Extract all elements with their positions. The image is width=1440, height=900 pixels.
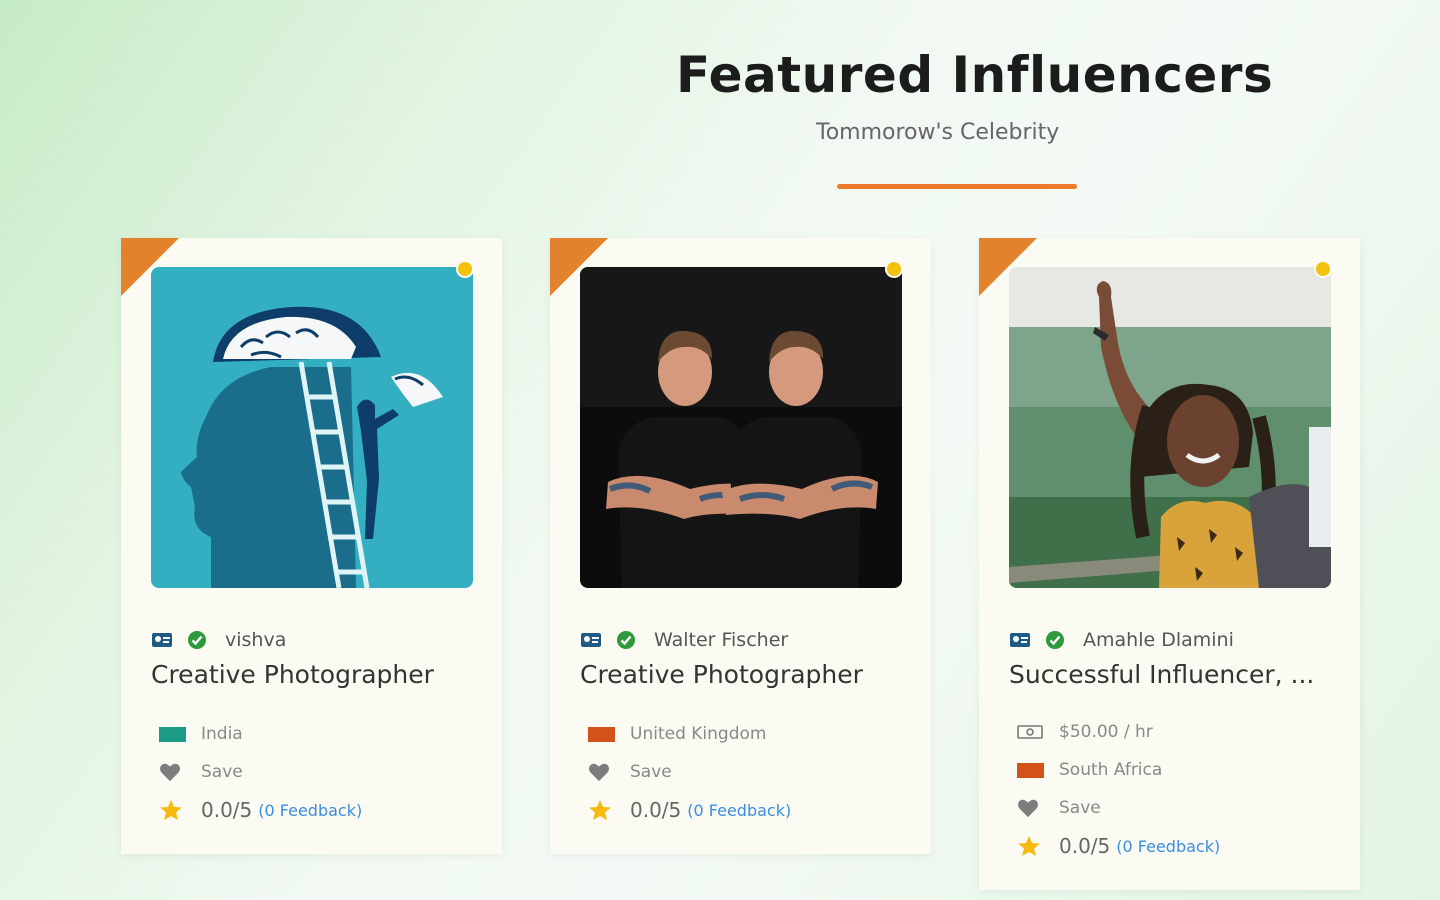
heart-icon[interactable] xyxy=(588,762,610,782)
card-corner-ribbon xyxy=(979,238,1037,296)
feedback-link[interactable]: (0 Feedback) xyxy=(258,801,362,820)
save-row[interactable]: Save xyxy=(1017,798,1101,818)
heart-icon[interactable] xyxy=(1017,798,1039,818)
id-card-icon xyxy=(581,633,601,647)
country-label: India xyxy=(201,724,243,744)
influencer-role[interactable]: Creative Photographer xyxy=(151,660,481,689)
rating-row: 0.0/5 (0 Feedback) xyxy=(159,798,362,822)
influencer-card[interactable]: Walter Fischer Creative Photographer Uni… xyxy=(550,238,931,854)
country-row: United Kingdom xyxy=(588,724,766,744)
save-label[interactable]: Save xyxy=(1059,798,1101,818)
profile-photo[interactable] xyxy=(1009,267,1331,588)
section-subtitle: Tommorow's Celebrity xyxy=(816,120,1060,145)
influencer-card[interactable]: vishva Creative Photographer India Save … xyxy=(121,238,502,854)
country-flag-icon xyxy=(159,726,186,742)
influencer-name[interactable]: vishva xyxy=(225,629,286,651)
save-label[interactable]: Save xyxy=(201,762,243,782)
feedback-link[interactable]: (0 Feedback) xyxy=(687,801,791,820)
influencer-name[interactable]: Amahle Dlamini xyxy=(1083,629,1234,651)
card-corner-ribbon xyxy=(121,238,179,296)
online-status-dot xyxy=(885,260,903,278)
money-icon xyxy=(1017,725,1043,739)
card-corner-ribbon xyxy=(550,238,608,296)
card-meta: Amahle Dlamini xyxy=(1009,629,1234,651)
card-meta: Walter Fischer xyxy=(580,629,788,651)
country-label: United Kingdom xyxy=(630,724,767,744)
rate-label: $50.00 / hr xyxy=(1059,722,1153,742)
save-row[interactable]: Save xyxy=(159,762,243,782)
verified-check-icon xyxy=(1046,631,1064,649)
online-status-dot xyxy=(1314,260,1332,278)
verified-check-icon xyxy=(188,631,206,649)
country-flag-icon xyxy=(588,726,615,742)
country-row: India xyxy=(159,724,243,744)
profile-photo[interactable] xyxy=(580,267,902,588)
online-status-dot xyxy=(456,260,474,278)
rating-value: 0.0/5 xyxy=(630,798,682,822)
country-label: South Africa xyxy=(1059,760,1163,780)
influencer-name[interactable]: Walter Fischer xyxy=(654,629,788,651)
country-row: South Africa xyxy=(1017,760,1162,780)
id-card-icon xyxy=(152,633,172,647)
influencer-role[interactable]: Successful Influencer, ... xyxy=(1009,660,1339,689)
card-meta: vishva xyxy=(151,629,286,651)
star-icon xyxy=(1018,836,1040,856)
verified-check-icon xyxy=(617,631,635,649)
profile-photo[interactable] xyxy=(151,267,473,588)
influencer-role[interactable]: Creative Photographer xyxy=(580,660,910,689)
rating-row: 0.0/5 (0 Feedback) xyxy=(1017,834,1220,858)
save-label[interactable]: Save xyxy=(630,762,672,782)
save-row[interactable]: Save xyxy=(588,762,672,782)
heart-icon[interactable] xyxy=(159,762,181,782)
id-card-icon xyxy=(1010,633,1030,647)
feedback-link[interactable]: (0 Feedback) xyxy=(1116,837,1220,856)
star-icon xyxy=(160,800,182,820)
country-flag-icon xyxy=(1017,762,1044,778)
influencer-card[interactable]: Amahle Dlamini Successful Influencer, ..… xyxy=(979,238,1360,890)
rating-row: 0.0/5 (0 Feedback) xyxy=(588,798,791,822)
title-underline xyxy=(837,184,1077,189)
section-title: Featured Influencers xyxy=(676,46,1274,104)
star-icon xyxy=(589,800,611,820)
rate-row: $50.00 / hr xyxy=(1017,722,1153,742)
rating-value: 0.0/5 xyxy=(1059,834,1111,858)
rating-value: 0.0/5 xyxy=(201,798,253,822)
